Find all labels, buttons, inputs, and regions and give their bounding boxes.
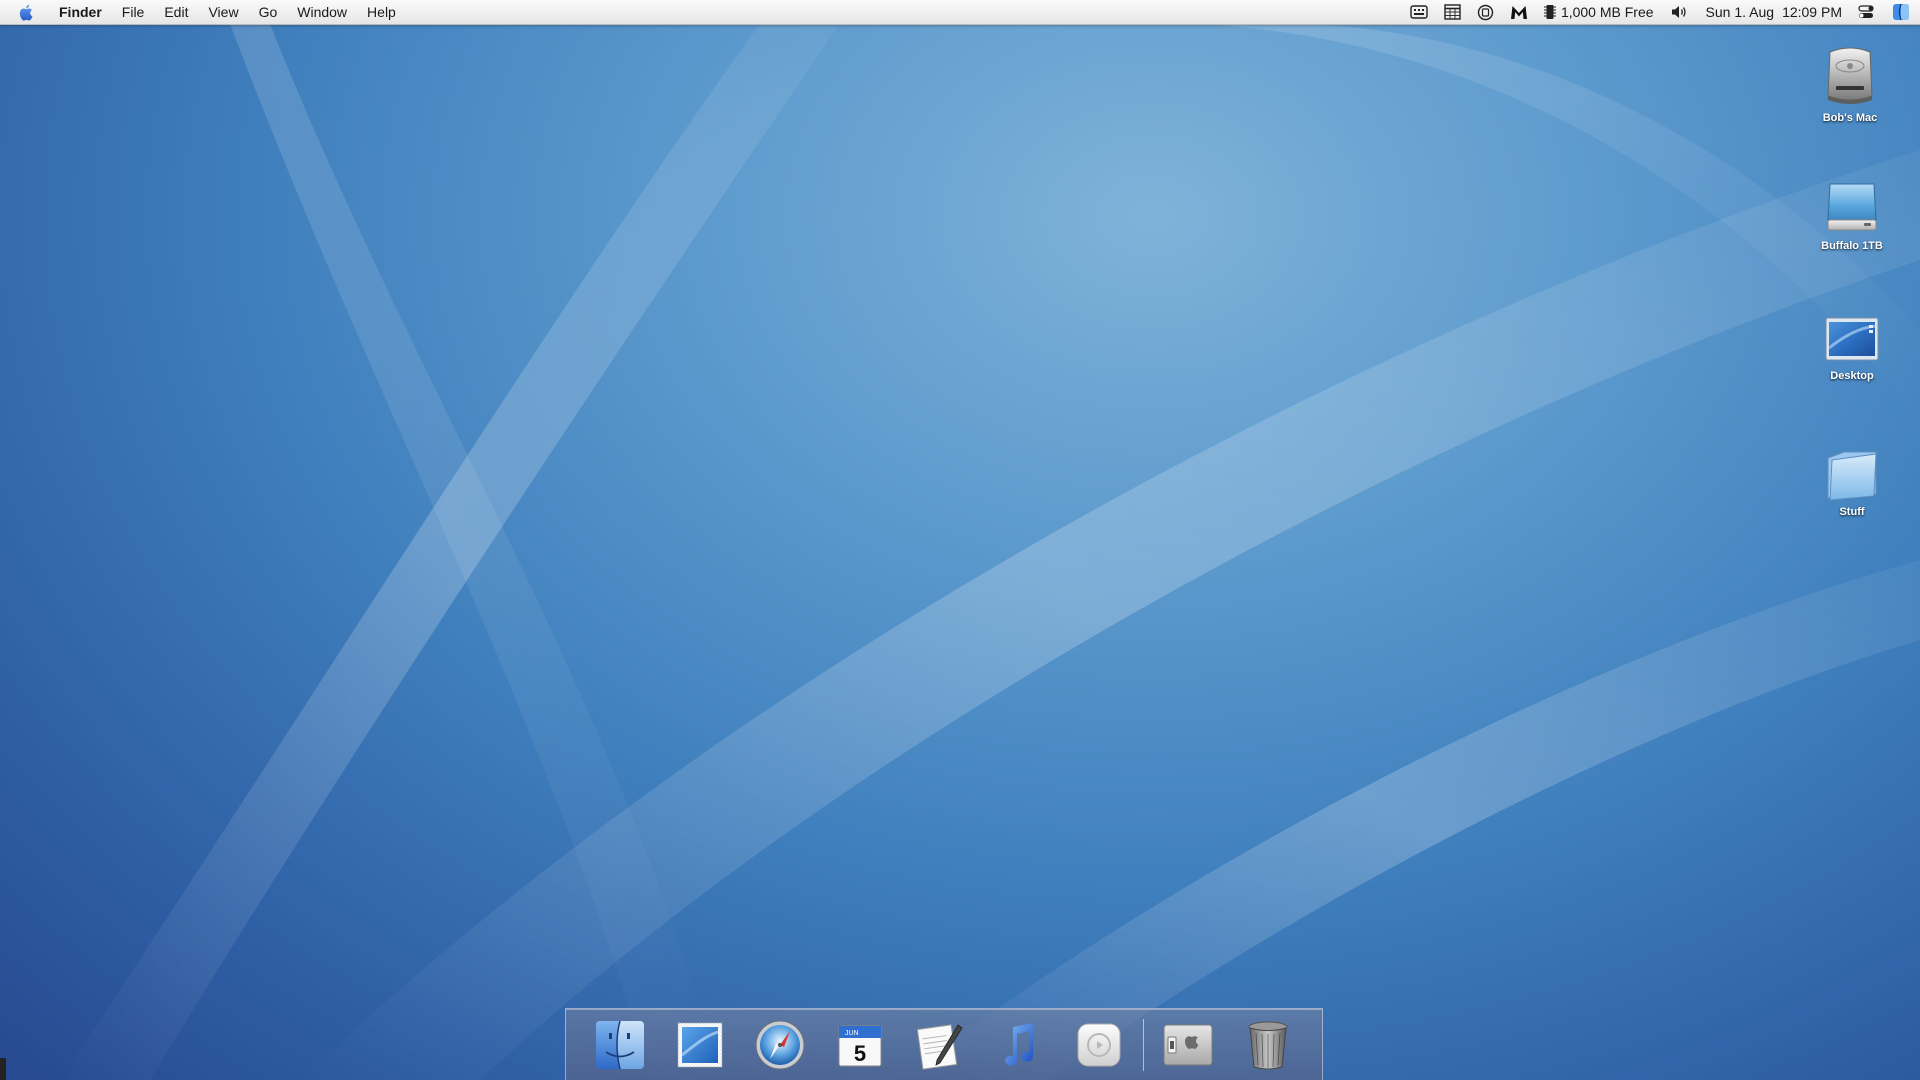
- music-note-icon: [1005, 1022, 1034, 1066]
- menu-window[interactable]: Window: [287, 0, 357, 24]
- desktop-icon-desktop[interactable]: Desktop: [1797, 316, 1907, 382]
- calendar-status[interactable]: [1436, 0, 1469, 24]
- dock-item-finder[interactable]: [586, 1013, 654, 1077]
- memory-free-text: 1,000 MB Free: [1560, 4, 1654, 20]
- dock-item-ical[interactable]: JUN 5: [826, 1013, 894, 1077]
- desktop-icon-label: Bob's Mac: [1822, 112, 1878, 124]
- switch-icon: [1163, 1024, 1213, 1065]
- dock-item-front-row[interactable]: [1065, 1013, 1133, 1077]
- textedit-icon: [916, 1023, 963, 1070]
- wallpaper-aqua-swooshes: [60, 24, 1920, 1080]
- circle-square-icon: [1477, 4, 1494, 20]
- dock-item-safari[interactable]: [746, 1013, 814, 1077]
- memory-chip-icon: [1543, 5, 1556, 19]
- menu-view[interactable]: View: [198, 0, 248, 24]
- preview-icon: [677, 1022, 723, 1067]
- svg-text:JUN: JUN: [845, 1030, 859, 1037]
- desktop-icon-bobs-mac[interactable]: Bob's Mac: [1795, 46, 1905, 124]
- desktop-folder-icon: [1825, 317, 1879, 361]
- dock-item-preview[interactable]: [666, 1013, 734, 1077]
- time-machine-status[interactable]: [1469, 0, 1502, 24]
- apple-menu[interactable]: [0, 0, 47, 24]
- user-switch-status[interactable]: [1850, 0, 1884, 24]
- desktop-icon-buffalo-1tb[interactable]: Buffalo 1TB: [1797, 180, 1907, 252]
- trash-icon: [1248, 1021, 1288, 1069]
- dock-separator: [1143, 1018, 1145, 1071]
- folder-icon: [1827, 451, 1877, 501]
- clock-time: 12:09 PM: [1782, 4, 1842, 20]
- finder-icon: [595, 1020, 644, 1069]
- dock: JUN 5: [565, 1008, 1323, 1080]
- desktop-icon-stuff[interactable]: Stuff: [1797, 448, 1907, 518]
- dock-item-trash[interactable]: [1234, 1013, 1302, 1077]
- apple-logo-icon: [19, 4, 33, 21]
- speaker-volume-icon: [1671, 6, 1686, 18]
- dock-item-itunes[interactable]: [985, 1013, 1053, 1077]
- window-edge-handle: [0, 1058, 6, 1080]
- calendar-icon: JUN 5: [838, 1025, 882, 1066]
- malwarebytes-status[interactable]: [1502, 0, 1536, 24]
- spotlight-status[interactable]: [1884, 0, 1912, 24]
- calendar-day-text: 5: [853, 1041, 865, 1066]
- dock-item-textedit[interactable]: [906, 1013, 974, 1077]
- menu-bar: Finder File Edit View Go Window Help 1,0…: [0, 0, 1920, 25]
- menu-go[interactable]: Go: [249, 0, 288, 24]
- desktop-icon-label: Buffalo 1TB: [1821, 240, 1883, 252]
- hard-drive-icon: [1827, 47, 1873, 104]
- clock-date: Sun 1. Aug: [1705, 4, 1775, 20]
- menu-app-finder[interactable]: Finder: [47, 0, 112, 24]
- menu-file[interactable]: File: [112, 0, 155, 24]
- keyboard-viewer-status[interactable]: [1402, 0, 1436, 24]
- finder-face-menu-icon: [1893, 3, 1909, 21]
- menu-help[interactable]: Help: [357, 0, 406, 24]
- dock-item-system-preferences[interactable]: [1154, 1013, 1222, 1077]
- desktop-icon-label: Desktop: [1830, 370, 1874, 382]
- memory-status[interactable]: 1,000 MB Free: [1536, 0, 1662, 24]
- keyboard-icon: [1410, 5, 1428, 19]
- safari-compass-icon: [755, 1020, 805, 1069]
- volume-status[interactable]: [1662, 0, 1698, 24]
- desktop-icon-label: Stuff: [1839, 506, 1865, 518]
- external-drive-icon: [1827, 183, 1877, 231]
- menu-edit[interactable]: Edit: [154, 0, 198, 24]
- toggle-switch-icon: [1858, 5, 1874, 18]
- front-row-icon: [1077, 1023, 1121, 1066]
- grid-calendar-icon: [1444, 4, 1461, 20]
- desktop-screen[interactable]: Finder File Edit View Go Window Help 1,0…: [0, 0, 1920, 1080]
- clock-status[interactable]: Sun 1. Aug 12:09 PM: [1698, 0, 1850, 24]
- malwarebytes-m-icon: [1510, 6, 1527, 19]
